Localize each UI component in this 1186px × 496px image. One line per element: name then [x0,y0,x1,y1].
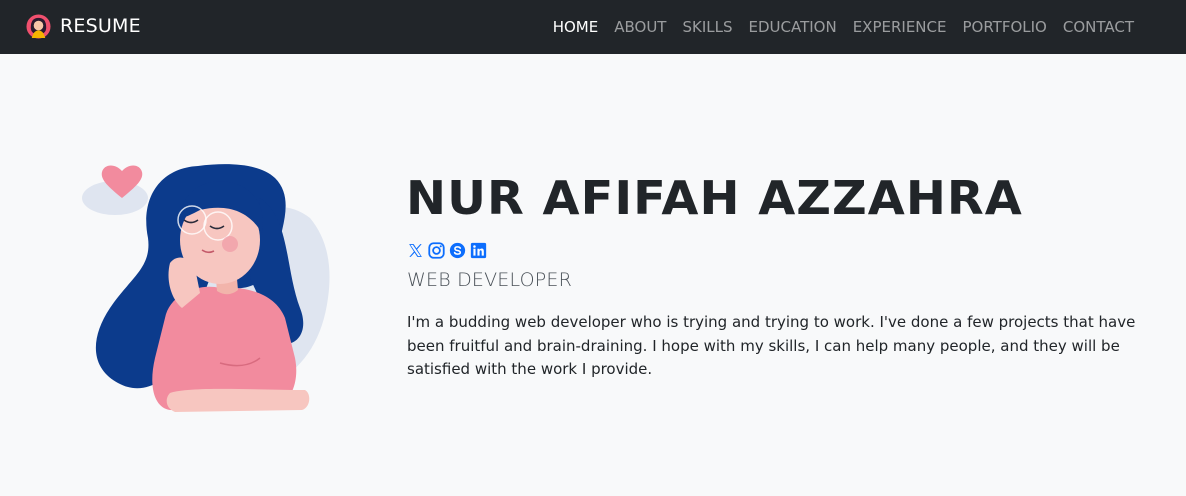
job-title: WEB DEVELOPER [407,269,573,291]
avatar-logo-icon [26,13,51,39]
nav-link-skills[interactable]: SKILLS [682,16,732,38]
brand-title: RESUME [60,15,141,37]
profile-illustration [82,164,330,412]
skype-icon[interactable] [449,242,466,259]
instagram-icon[interactable] [428,242,445,259]
nav-menu: HOME ABOUT SKILLS EDUCATION EXPERIENCE P… [553,16,1134,38]
bio-paragraph: I'm a budding web developer who is tryin… [407,313,1136,378]
linkedin-icon[interactable] [470,242,487,259]
nav-link-portfolio[interactable]: PORTFOLIO [962,16,1046,38]
nav-link-home[interactable]: HOME [553,16,599,38]
nav-link-experience[interactable]: EXPERIENCE [853,16,947,38]
nav-link-about[interactable]: ABOUT [614,16,666,38]
social-links [407,242,487,259]
x-twitter-icon[interactable] [407,242,424,259]
nav-link-contact[interactable]: CONTACT [1063,16,1134,38]
navbar-brand[interactable]: RESUME [26,13,141,39]
hero-name: NUR AFIFAH AZZAHRA [406,171,1023,225]
navbar: RESUME HOME ABOUT SKILLS EDUCATION EXPER… [0,0,1186,54]
nav-link-education[interactable]: EDUCATION [749,16,837,38]
